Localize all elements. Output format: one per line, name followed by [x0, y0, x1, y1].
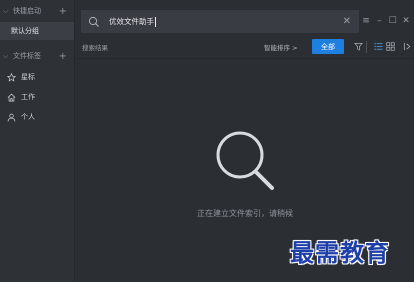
chevron-down-icon[interactable]: ⌵: [3, 7, 13, 16]
person-icon: [7, 112, 21, 122]
smart-sort-dropdown[interactable]: 智能排序 >: [264, 42, 298, 52]
sidebar-item-label: 工作: [21, 93, 35, 101]
sidebar-section-file-tags[interactable]: ⌵ 文件标签 +: [0, 45, 74, 67]
home-icon: [7, 92, 21, 102]
indexing-status-text: 正在建立文件索引，请稍候: [197, 209, 293, 218]
sidebar-item-personal[interactable]: 个人: [0, 107, 74, 127]
list-view-icon[interactable]: [372, 40, 384, 53]
add-tag-button[interactable]: +: [59, 51, 67, 62]
sidebar-item-work[interactable]: 工作: [0, 87, 74, 107]
toolbar-divider: [366, 41, 367, 53]
minimize-icon[interactable]: –: [373, 16, 385, 26]
all-filter-button[interactable]: 全部: [312, 39, 344, 54]
sidebar-item-label: 个人: [21, 113, 35, 121]
toolbar-divider-line: [76, 58, 414, 59]
sidebar-item-label: 星标: [21, 73, 35, 81]
close-icon[interactable]: ✕: [400, 16, 412, 26]
filter-icon[interactable]: [352, 40, 364, 53]
maximize-icon[interactable]: ☐: [387, 16, 399, 26]
watermark-logo: 最需教育: [290, 238, 390, 267]
sidebar-section-label: 文件标签: [13, 52, 41, 60]
search-magnifier-icon: [210, 128, 280, 194]
clear-search-icon[interactable]: ✕: [343, 16, 351, 27]
sidebar-item-default-group[interactable]: 默认分组: [0, 22, 74, 40]
search-input[interactable]: 优效文件助手 ✕: [80, 9, 360, 34]
chevron-down-icon[interactable]: ⌵: [3, 52, 13, 61]
sidebar-section-label: 快捷启动: [13, 7, 41, 15]
search-query-text: 优效文件助手: [109, 17, 154, 26]
sidebar-item-star[interactable]: 星标: [0, 67, 74, 87]
menu-icon[interactable]: ≡: [360, 16, 372, 26]
add-quick-launch-button[interactable]: +: [59, 6, 67, 17]
window-controls: ≡ – ☐ ✕: [360, 12, 412, 30]
results-toolbar: 搜索结果 智能排序 > 全部: [76, 37, 414, 57]
search-icon: [88, 16, 100, 28]
text-caret: [155, 16, 156, 27]
results-label: 搜索结果: [82, 44, 108, 52]
collapse-panel-icon[interactable]: [401, 40, 413, 53]
sidebar-section-quick-launch[interactable]: ⌵ 快捷启动 +: [0, 0, 74, 22]
star-icon: [7, 72, 21, 82]
grid-view-icon[interactable]: [384, 40, 396, 53]
sidebar: ⌵ 快捷启动 + 默认分组 ⌵ 文件标签 + 星标 工作 个人: [0, 0, 75, 282]
